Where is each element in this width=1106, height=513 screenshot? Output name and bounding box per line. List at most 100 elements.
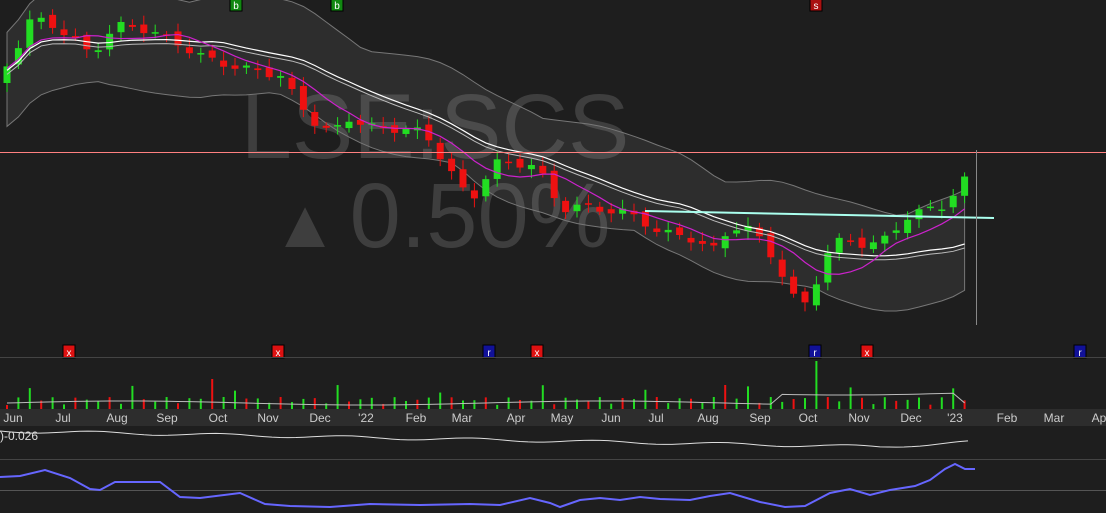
candle-body (299, 86, 307, 110)
volume-bar (108, 397, 111, 409)
volume-bar (63, 404, 65, 409)
candle-body (117, 22, 125, 33)
candle-body (881, 235, 889, 244)
volume-bar (952, 388, 955, 409)
date-axis-label: Nov (257, 411, 278, 425)
candle-body (277, 76, 285, 78)
candle-body (345, 121, 353, 129)
volume-bar (450, 397, 453, 409)
date-axis-label: Jul (55, 411, 70, 425)
candle-body (847, 240, 855, 242)
volume-bar (97, 401, 100, 409)
volume-bar (883, 397, 886, 409)
candle-body (961, 176, 969, 196)
volume-bar (598, 397, 601, 409)
date-axis-label: Dec (309, 411, 330, 425)
candle-body (254, 68, 262, 71)
candle-body (710, 242, 718, 246)
volume-bar (929, 404, 932, 409)
volume-bar (872, 404, 875, 409)
candle-body (778, 259, 786, 277)
volume-bar (815, 361, 818, 409)
candle-body (869, 242, 877, 250)
volume-bar (393, 397, 396, 409)
candle-body (904, 219, 912, 234)
candle-body (208, 50, 216, 58)
candle-body (938, 209, 946, 211)
candle-body (733, 230, 741, 234)
date-axis-label: Aug (697, 411, 718, 425)
signal-marker-bottom: r (1073, 344, 1087, 359)
volume-bar (507, 397, 510, 409)
stock-chart: LSE:SCS ▲ 0.50% bbsxxrxrxr Jun Jul Aug Sep O… (0, 0, 1106, 513)
volume-bar (325, 403, 328, 409)
candle-body (812, 284, 820, 306)
date-axis-label: Oct (799, 411, 818, 425)
candle-body (402, 129, 410, 134)
date-axis-label: Oct (209, 411, 228, 425)
volume-bar (51, 397, 54, 409)
signal-marker-bottom: x (62, 344, 76, 359)
volume-bar (462, 400, 464, 409)
indicator-line (0, 430, 969, 448)
volume-bar (644, 389, 647, 409)
date-axis-label: '23 (947, 411, 963, 425)
date-axis-label: Jun (601, 411, 620, 425)
volume-bar (519, 399, 521, 409)
candle-body (140, 24, 148, 34)
volume-bar (804, 398, 806, 409)
chart-canvas: LSE:SCS ▲ 0.50% b b sx x r x r x r Jun Jul Aug Sep O… (0, 0, 1106, 509)
volume-bar (427, 397, 430, 409)
signal-marker-label: s (814, 1, 819, 12)
candle-body (60, 29, 68, 36)
candle-body (37, 17, 45, 22)
date-axis-label: Apr (1092, 411, 1106, 425)
candle-body (322, 125, 330, 128)
signal-marker-bottom: x (530, 344, 544, 359)
volume-bar (701, 402, 704, 409)
volume-bar (74, 397, 77, 409)
volume-bar (826, 397, 829, 409)
candle-body (562, 200, 570, 213)
candle-body (493, 159, 501, 179)
candle-body (185, 47, 193, 54)
volume-bar (861, 397, 863, 409)
candle-body (482, 179, 490, 197)
candle-body (391, 125, 399, 133)
candle-body (653, 228, 661, 232)
date-axis-label: Feb (997, 411, 1018, 425)
volume-bar (154, 401, 157, 409)
candle-body (915, 209, 923, 220)
candle-body (311, 112, 319, 126)
change-arrow: ▲ (271, 186, 338, 262)
date-axis-label: Jul (648, 411, 663, 425)
volume-bar (792, 399, 795, 409)
rsi-line (0, 462, 975, 509)
candle-body (174, 31, 182, 46)
volume-bar (621, 397, 624, 409)
volume-bar (188, 398, 191, 409)
signal-marker-bottom: x (860, 344, 874, 359)
candle-body (26, 19, 34, 48)
volume-bar (28, 388, 31, 409)
volume-bar (199, 398, 202, 409)
volume-bar (336, 385, 339, 409)
volume-bar (234, 390, 236, 409)
volume-bar (291, 402, 293, 409)
date-axis-label: Apr (507, 411, 526, 425)
candle-body (676, 227, 684, 236)
candle-body (128, 24, 136, 27)
date-axis-label: May (551, 411, 574, 425)
candle-body (231, 65, 239, 69)
volume-bar (6, 405, 8, 409)
date-axis-label: Aug (106, 411, 127, 425)
candle-body (801, 291, 809, 303)
candle-body (790, 276, 798, 294)
candle-body (49, 14, 57, 28)
volume-bar (587, 401, 590, 409)
candle-body (220, 60, 228, 67)
volume-bar (610, 403, 613, 409)
signal-marker-top: s (809, 0, 823, 12)
volume-bar (747, 386, 749, 409)
signal-marker-top: b (229, 0, 243, 12)
